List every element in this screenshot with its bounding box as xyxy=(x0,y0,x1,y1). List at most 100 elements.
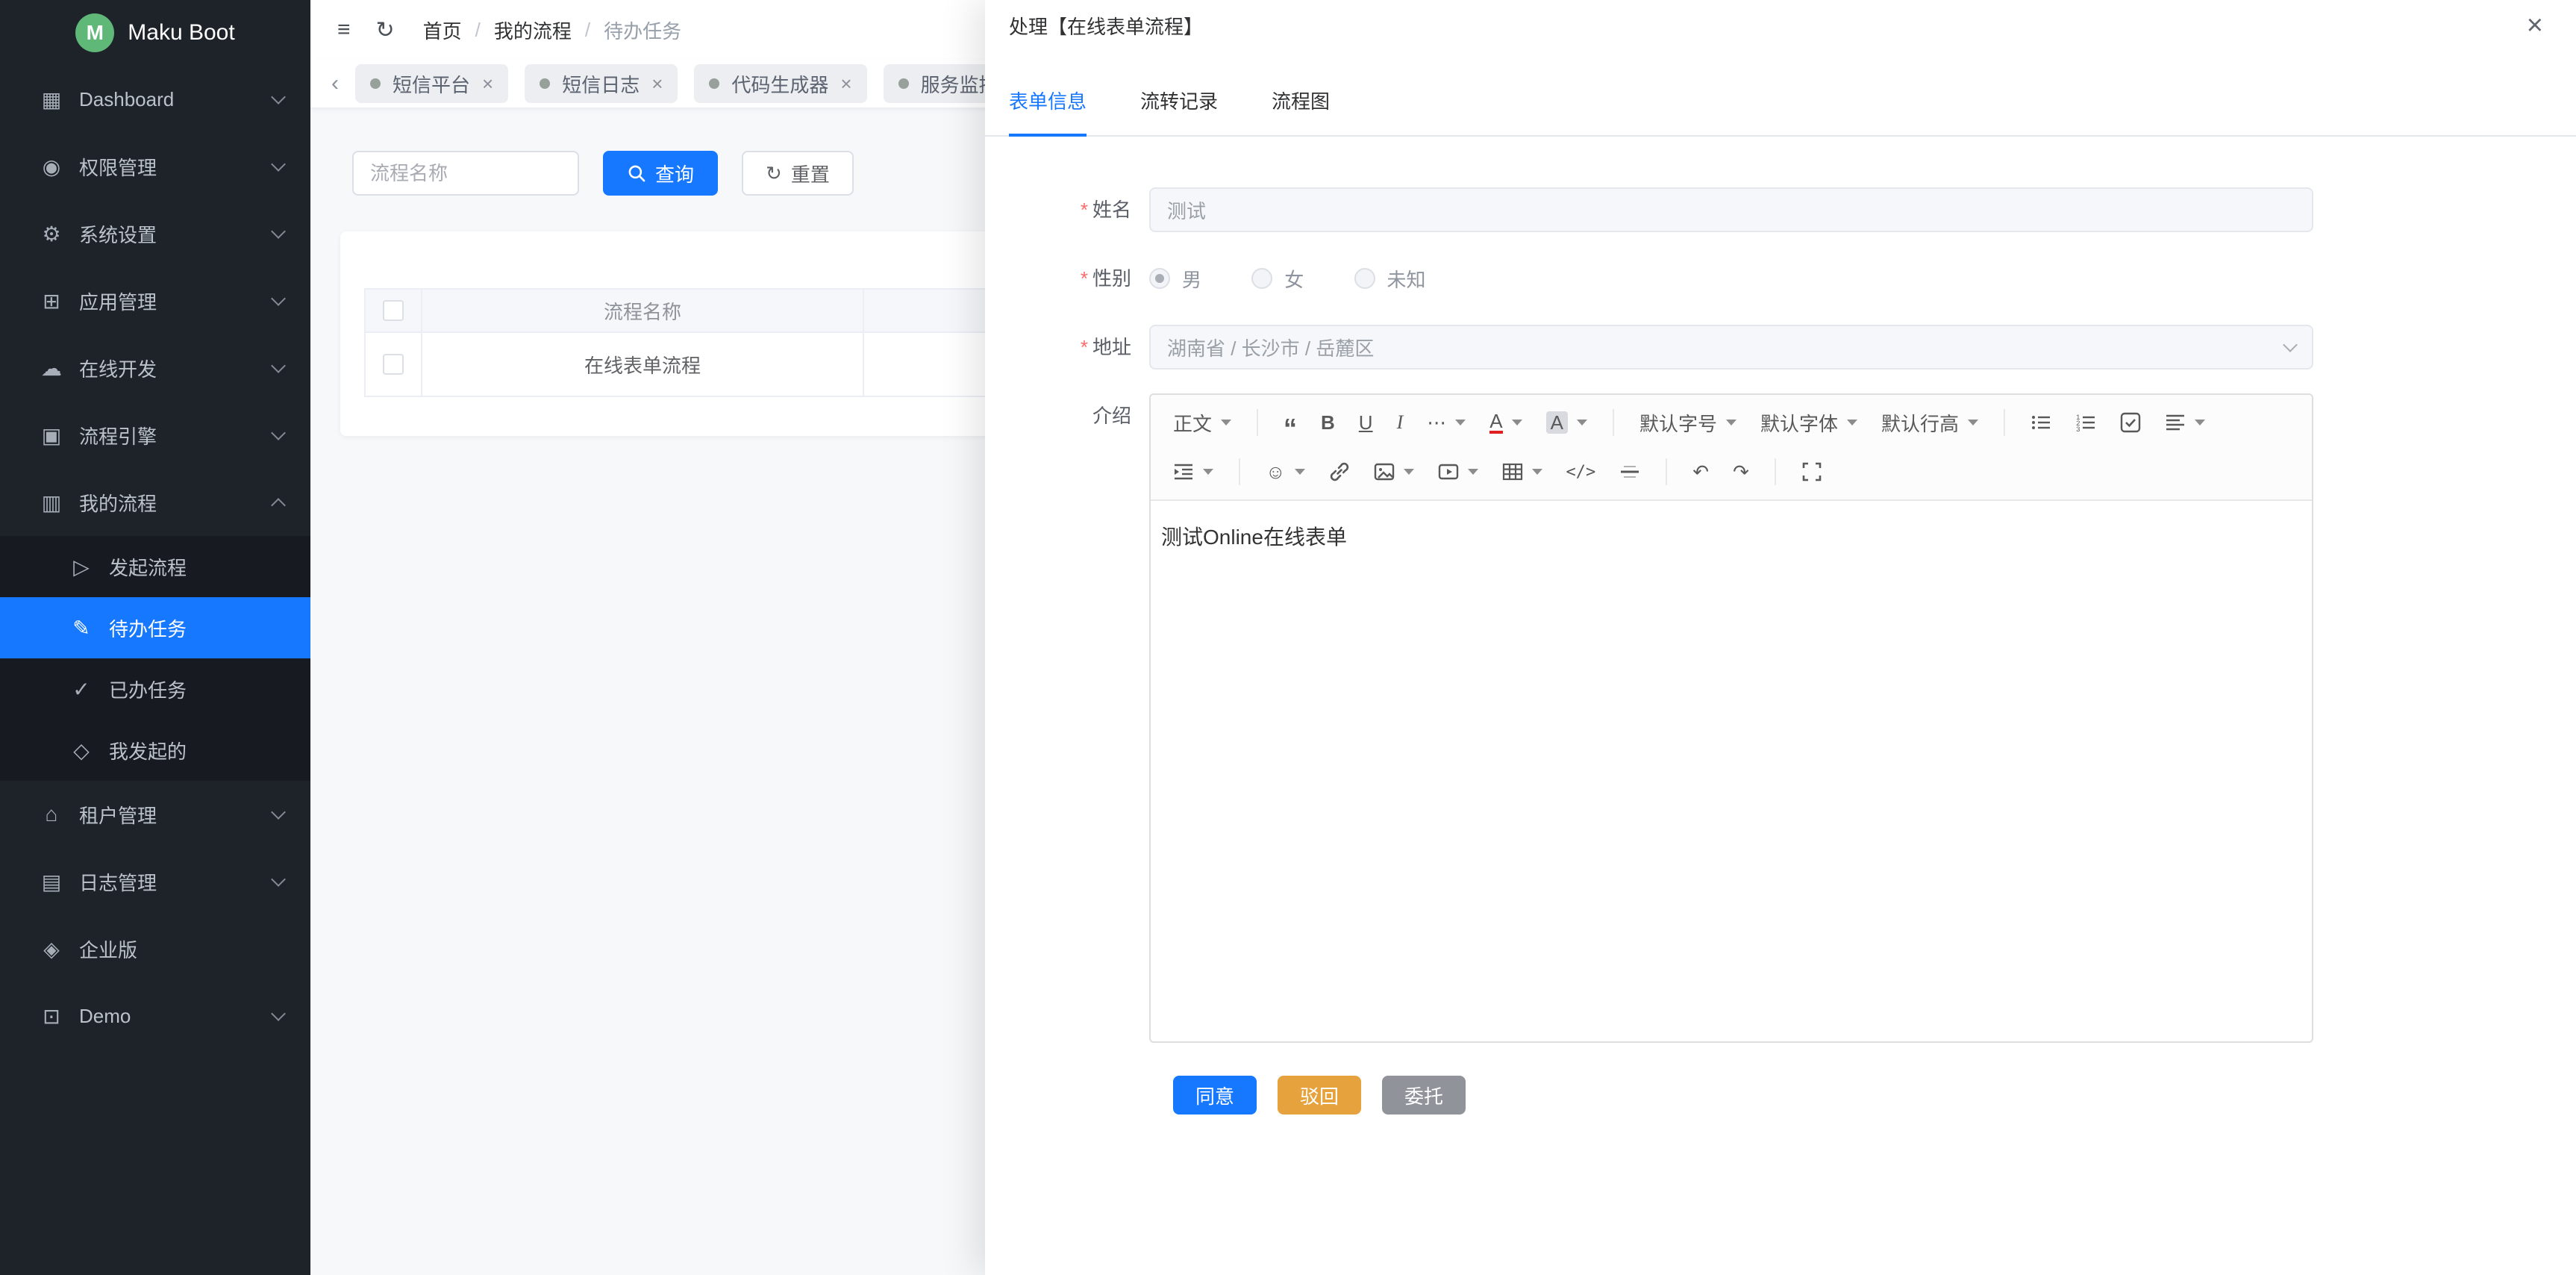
address-select[interactable]: 湖南省 / 长沙市 / 岳麓区 xyxy=(1149,325,2313,370)
chevron-down-icon xyxy=(271,224,286,239)
line-height-label: 默认行高 xyxy=(1881,409,1959,437)
bg-color-button[interactable]: A xyxy=(1536,404,1598,441)
form-row-address: *地址 湖南省 / 长沙市 / 岳麓区 xyxy=(1009,325,2576,370)
sidebar-item-workflow-engine[interactable]: ▣ 流程引擎 xyxy=(0,402,310,469)
sidebar-item-label: 企业版 xyxy=(79,935,284,963)
process-name-value: 在线表单流程 xyxy=(584,351,701,378)
indent-button[interactable] xyxy=(1163,453,1224,490)
collapse-sidebar-icon[interactable]: ≡ xyxy=(337,17,351,43)
sidebar-item-my-initiated[interactable]: ◇ 我发起的 xyxy=(0,720,310,781)
undo-icon: ↶ xyxy=(1692,461,1709,484)
sidebar-item-enterprise[interactable]: ◈ 企业版 xyxy=(0,915,310,982)
more-styles-button[interactable]: ⋯ xyxy=(1416,404,1476,441)
refresh-icon[interactable]: ↻ xyxy=(376,17,395,43)
todo-list-icon xyxy=(2120,412,2141,433)
editor-content[interactable]: 测试Online在线表单 xyxy=(1151,501,2312,1041)
sidebar-item-log-management[interactable]: ▤ 日志管理 xyxy=(0,848,310,915)
caret-down-icon xyxy=(1468,469,1478,475)
breadcrumb-my-process[interactable]: 我的流程 xyxy=(494,16,572,44)
search-icon xyxy=(627,163,646,183)
sidebar-item-label: 在线开发 xyxy=(79,355,273,382)
tabs-scroll-left-icon[interactable]: ‹ xyxy=(331,71,339,96)
delegate-button[interactable]: 委托 xyxy=(1382,1076,1466,1115)
ordered-list-button[interactable]: 123 xyxy=(2065,404,2107,441)
radio-label: 女 xyxy=(1284,265,1304,293)
bold-button[interactable]: B xyxy=(1310,404,1345,441)
sidebar-item-label: 应用管理 xyxy=(79,287,273,315)
close-icon[interactable]: × xyxy=(482,72,493,96)
form: *姓名 测试 *性别 男 xyxy=(985,137,2576,1115)
app-logo[interactable]: M Maku Boot xyxy=(0,0,310,66)
font-color-button[interactable]: A xyxy=(1479,404,1532,441)
form-row-gender: *性别 男 女 未知 xyxy=(1009,256,2576,301)
editor-toolbar-row-2: ☺ xyxy=(1163,447,2300,496)
sidebar-item-todo-tasks[interactable]: ✎ 待办任务 xyxy=(0,597,310,658)
link-button[interactable] xyxy=(1319,453,1360,490)
sidebar-item-start-process[interactable]: ▷ 发起流程 xyxy=(0,536,310,597)
sidebar-item-done-tasks[interactable]: ✓ 已办任务 xyxy=(0,658,310,720)
align-button[interactable] xyxy=(2154,404,2216,441)
tab-form-info[interactable]: 表单信息 xyxy=(1009,81,1087,135)
radio-label: 未知 xyxy=(1387,265,1426,293)
sidebar-item-app-management[interactable]: ⊞ 应用管理 xyxy=(0,267,310,334)
gender-label: *性别 xyxy=(1009,256,1149,301)
chevron-down-icon xyxy=(2283,337,2298,352)
chevron-down-icon xyxy=(271,90,286,105)
select-all-checkbox[interactable] xyxy=(383,300,404,321)
page-tab-sms-log[interactable]: 短信日志 × xyxy=(525,64,678,103)
line-height-button[interactable]: 默认行高 xyxy=(1871,404,1989,441)
row-checkbox[interactable] xyxy=(383,354,404,375)
sidebar-item-online-dev[interactable]: ☁ 在线开发 xyxy=(0,334,310,402)
caret-down-icon xyxy=(1968,420,1978,425)
fullscreen-button[interactable] xyxy=(1791,453,1833,490)
sidebar-item-system-settings[interactable]: ⚙ 系统设置 xyxy=(0,200,310,267)
tab-flow-records[interactable]: 流转记录 xyxy=(1140,81,1218,135)
tab-flow-diagram[interactable]: 流程图 xyxy=(1272,81,1330,135)
undo-button[interactable]: ↶ xyxy=(1682,453,1719,490)
close-icon[interactable]: × xyxy=(840,72,851,96)
gender-radio-male[interactable]: 男 xyxy=(1149,256,1201,301)
font-size-button[interactable]: 默认字号 xyxy=(1629,404,1747,441)
table-button[interactable] xyxy=(1492,453,1553,490)
reset-button[interactable]: ↻ 重置 xyxy=(742,151,854,196)
font-family-button[interactable]: 默认字体 xyxy=(1750,404,1868,441)
blockquote-button[interactable]: “ xyxy=(1273,404,1307,441)
gender-radio-unknown[interactable]: 未知 xyxy=(1354,256,1426,301)
sidebar-item-my-process[interactable]: ▥ 我的流程 xyxy=(0,469,310,536)
redo-button[interactable]: ↷ xyxy=(1722,453,1760,490)
font-color-icon: A xyxy=(1489,411,1502,434)
bullet-list-button[interactable] xyxy=(2020,404,2062,441)
underline-button[interactable]: U xyxy=(1348,404,1384,441)
query-button[interactable]: 查询 xyxy=(603,151,718,196)
agree-button[interactable]: 同意 xyxy=(1173,1076,1257,1115)
video-icon xyxy=(1438,461,1459,482)
divider-button[interactable] xyxy=(1609,453,1651,490)
close-icon[interactable]: × xyxy=(651,72,663,96)
code-block-button[interactable]: </> xyxy=(1556,453,1607,490)
breadcrumb-separator: / xyxy=(475,19,481,42)
name-field[interactable]: 测试 xyxy=(1149,187,2313,232)
todo-list-button[interactable] xyxy=(2110,404,2151,441)
reject-button[interactable]: 驳回 xyxy=(1278,1076,1361,1115)
paragraph-style-button[interactable]: 正文 xyxy=(1163,404,1242,441)
breadcrumb-home[interactable]: 首页 xyxy=(423,16,462,44)
sidebar-item-tenant-management[interactable]: ⌂ 租户管理 xyxy=(0,781,310,848)
emoji-button[interactable]: ☺ xyxy=(1255,453,1316,490)
sidebar-item-demo[interactable]: ⊡ Demo xyxy=(0,982,310,1050)
page-tab-code-generator[interactable]: 代码生成器 × xyxy=(694,64,866,103)
sidebar-item-permissions[interactable]: ◉ 权限管理 xyxy=(0,133,310,200)
gender-radio-female[interactable]: 女 xyxy=(1251,256,1304,301)
page-tab-sms-platform[interactable]: 短信平台 × xyxy=(355,64,508,103)
caret-down-icon xyxy=(1532,469,1542,475)
caret-down-icon xyxy=(1847,420,1857,425)
process-name-input[interactable] xyxy=(352,151,579,196)
image-icon xyxy=(1374,461,1395,482)
sidebar-item-dashboard[interactable]: ▦ Dashboard xyxy=(0,66,310,133)
video-button[interactable] xyxy=(1428,453,1489,490)
redo-icon: ↷ xyxy=(1733,461,1749,484)
sidebar-menu: ▦ Dashboard ◉ 权限管理 ⚙ 系统设置 ⊞ 应用管理 ☁ 在 xyxy=(0,66,310,1050)
close-icon[interactable]: × xyxy=(2527,11,2543,40)
image-button[interactable] xyxy=(1363,453,1425,490)
italic-button[interactable]: I xyxy=(1387,404,1414,441)
tab-dot-icon xyxy=(709,78,719,89)
